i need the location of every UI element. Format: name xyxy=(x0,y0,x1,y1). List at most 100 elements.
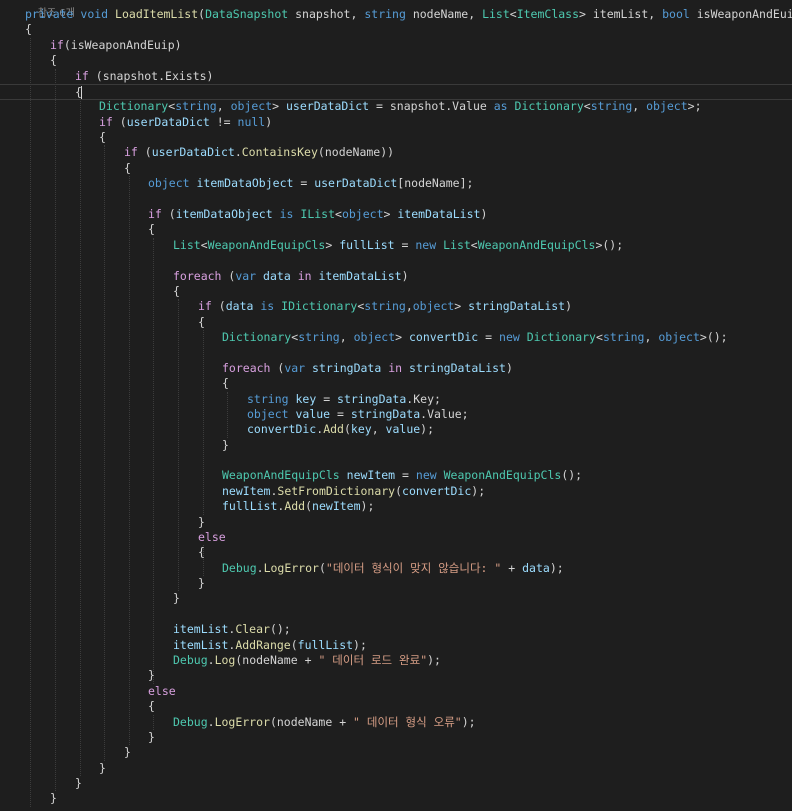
code-line[interactable]: } xyxy=(0,761,792,776)
code-line-content: } xyxy=(99,761,106,776)
code-token: , xyxy=(644,330,659,344)
code-token: itemList xyxy=(173,637,229,652)
code-line[interactable]: object itemDataObject = userDataDict[nod… xyxy=(0,176,792,191)
code-line[interactable]: if (userDataDict.ContainsKey(nodeName)) xyxy=(0,145,792,160)
code-line[interactable]: { xyxy=(0,699,792,714)
code-line[interactable]: foreach (var stringData in stringDataLis… xyxy=(0,361,792,376)
code-line[interactable]: newItem.SetFromDictionary(convertDic); xyxy=(0,484,792,499)
code-token: as xyxy=(493,99,508,114)
code-line[interactable]: Dictionary<string, object> convertDic = … xyxy=(0,330,792,345)
code-line[interactable]: } xyxy=(0,576,792,591)
code-line[interactable]: convertDic.Add(key, value); xyxy=(0,422,792,437)
code-line[interactable]: private void LoadItemList(DataSnapshot s… xyxy=(0,7,792,22)
code-token: } xyxy=(222,437,229,452)
code-line[interactable] xyxy=(0,253,792,268)
codelens-references[interactable]: 참조 6개 xyxy=(25,0,792,19)
code-line[interactable]: WeaponAndEquipCls newItem = new WeaponAn… xyxy=(0,468,792,483)
code-line[interactable]: object value = stringData.Value; xyxy=(0,407,792,422)
code-token: { xyxy=(148,699,155,714)
code-line[interactable] xyxy=(0,345,792,360)
code-token: foreach xyxy=(173,268,222,283)
code-token: Dictionary xyxy=(99,99,169,114)
code-line[interactable]: if (data is IDictionary<string,object> s… xyxy=(0,299,792,314)
code-line[interactable]: } xyxy=(0,791,792,806)
code-line[interactable]: } xyxy=(0,515,792,530)
code-editor[interactable]: 참조 6개 private void LoadItemList(DataSnap… xyxy=(0,0,792,811)
code-line[interactable] xyxy=(0,192,792,207)
code-token: > xyxy=(395,330,409,344)
code-token: data xyxy=(225,299,254,314)
code-token: ( xyxy=(270,360,285,375)
code-line[interactable]: if (userDataDict != null) xyxy=(0,115,792,130)
code-token: string xyxy=(298,330,340,344)
code-token: List xyxy=(443,237,471,252)
code-line[interactable]: Debug.LogError(nodeName + " 데이터 형식 오류"); xyxy=(0,715,792,730)
code-token: object xyxy=(646,99,688,114)
code-line[interactable]: } xyxy=(0,668,792,683)
code-token: (nodeName + xyxy=(235,653,319,667)
code-token: is xyxy=(260,299,275,314)
code-line[interactable]: { xyxy=(0,284,792,299)
code-line[interactable]: itemList.AddRange(fullList); xyxy=(0,638,792,653)
code-line[interactable]: string key = stringData.Key; xyxy=(0,392,792,407)
code-token: != xyxy=(209,114,238,129)
code-line[interactable]: { xyxy=(0,161,792,176)
code-line[interactable]: { xyxy=(0,130,792,145)
code-token: string xyxy=(364,7,406,21)
code-token: > xyxy=(383,206,398,221)
code-line[interactable]: { xyxy=(0,53,792,68)
code-token: . xyxy=(207,714,215,729)
code-line[interactable]: foreach (var data in itemDataList) xyxy=(0,269,792,284)
code-line[interactable]: } xyxy=(0,730,792,745)
code-line-content: if (snapshot.Exists) xyxy=(75,69,213,84)
code-token: . xyxy=(234,145,242,160)
code-token: fullList xyxy=(339,237,395,252)
code-token: < xyxy=(583,99,591,114)
code-token: value xyxy=(295,406,331,421)
code-line[interactable]: if (snapshot.Exists) xyxy=(0,69,792,84)
code-line[interactable]: Debug.Log(nodeName + " 데이터 로드 완료"); xyxy=(0,653,792,668)
code-line[interactable]: Dictionary<string, object> userDataDict … xyxy=(0,99,792,114)
code-line[interactable]: } xyxy=(0,438,792,453)
code-line[interactable]: } xyxy=(0,776,792,791)
code-line[interactable]: else xyxy=(0,684,792,699)
code-line[interactable]: if (itemDataObject is IList<object> item… xyxy=(0,207,792,222)
code-line[interactable]: { xyxy=(0,315,792,330)
code-line[interactable]: itemList.Clear(); xyxy=(0,622,792,637)
code-token: ); xyxy=(549,560,564,575)
code-line[interactable] xyxy=(0,607,792,622)
code-token: SetFromDictionary xyxy=(277,483,396,498)
code-token: WeaponAndEquipCls xyxy=(477,237,596,252)
code-token: ) xyxy=(480,206,488,221)
code-line[interactable]: Debug.LogError("데이터 형식이 맞지 않습니다: " + dat… xyxy=(0,561,792,576)
code-token: " 데이터 형식 오류" xyxy=(353,714,462,729)
code-line[interactable] xyxy=(0,453,792,468)
code-token: (isWeaponAndEuip) xyxy=(63,37,182,52)
code-token: itemDataList xyxy=(397,206,481,221)
code-token: ( xyxy=(305,499,313,514)
code-line-content: itemList.Clear(); xyxy=(173,622,291,637)
code-token: = xyxy=(316,391,338,406)
code-token: isWeaponAndEuip) xyxy=(696,7,792,21)
code-line-content: Dictionary<string, object> convertDic = … xyxy=(222,330,728,345)
code-line[interactable]: List<WeaponAndEquipCls> fullList = new L… xyxy=(0,238,792,253)
code-line-content: { xyxy=(148,699,155,714)
code-line[interactable]: { xyxy=(0,22,792,37)
code-token: string xyxy=(175,99,217,114)
code-line[interactable]: if(isWeaponAndEuip) xyxy=(0,38,792,53)
code-token: foreach xyxy=(222,360,271,375)
code-token: itemDataObject xyxy=(175,206,273,221)
code-line[interactable]: } xyxy=(0,745,792,760)
code-token: itemList xyxy=(173,622,229,637)
code-token: [nodeName]; xyxy=(397,176,474,191)
code-line[interactable]: { xyxy=(0,222,792,237)
code-line[interactable]: { xyxy=(0,83,792,100)
code-line[interactable]: } xyxy=(0,591,792,606)
code-line[interactable]: else xyxy=(0,530,792,545)
code-line[interactable]: fullList.Add(newItem); xyxy=(0,499,792,514)
code-line-content: newItem.SetFromDictionary(convertDic); xyxy=(222,484,485,499)
code-line[interactable]: { xyxy=(0,376,792,391)
code-token: if xyxy=(198,299,212,314)
code-line[interactable]: { xyxy=(0,545,792,560)
